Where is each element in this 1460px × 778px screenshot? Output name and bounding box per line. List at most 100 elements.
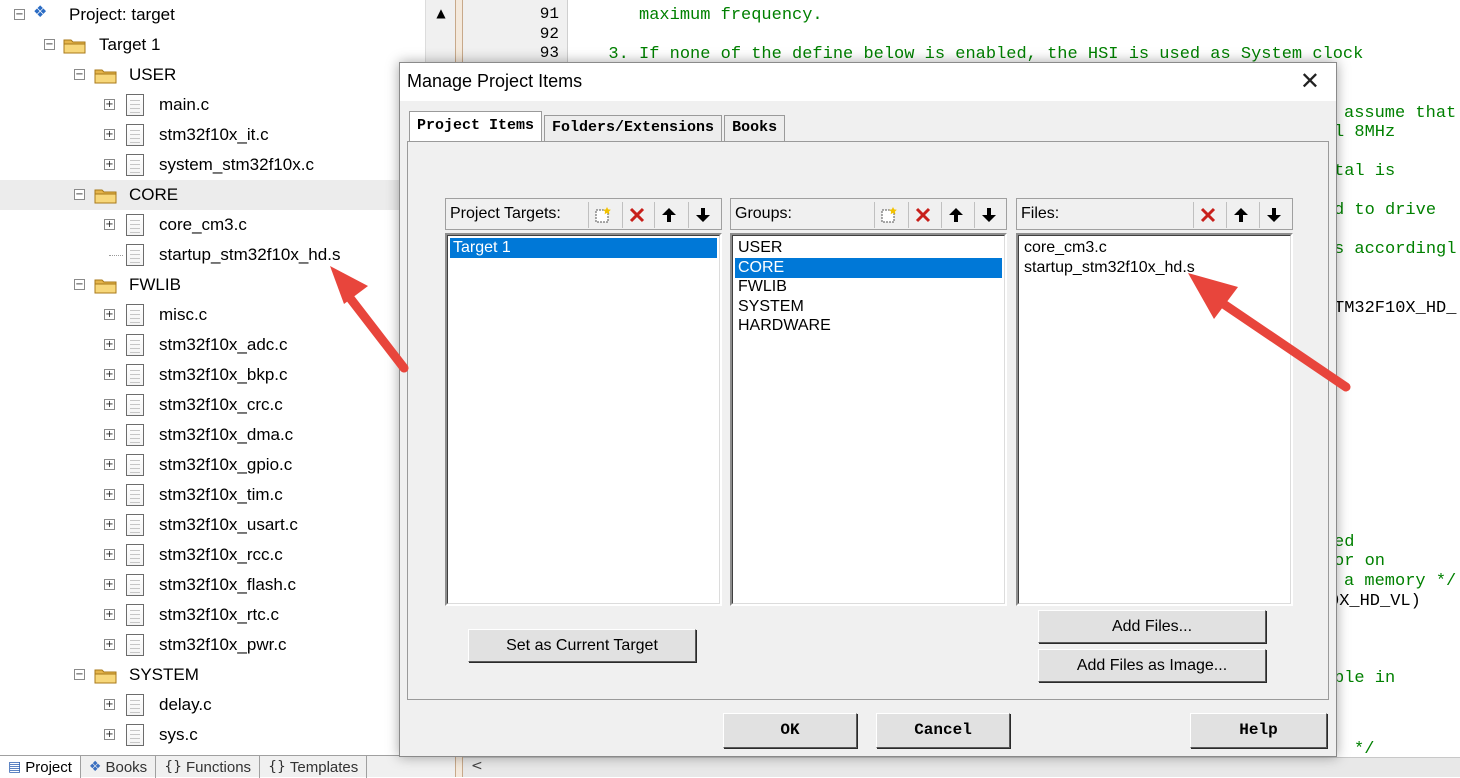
file-icon xyxy=(126,154,144,176)
expand-toggle-icon[interactable]: + xyxy=(104,369,115,380)
project-tree[interactable]: − ❖ Project: target − Target 1− USER + main.c + s… xyxy=(0,0,425,757)
expand-toggle-icon[interactable]: + xyxy=(104,99,115,110)
tree-file-row[interactable]: + stm32f10x_gpio.c xyxy=(0,450,425,480)
scroll-up-arrow-icon[interactable]: ▲ xyxy=(429,2,453,24)
add-files-as-image-button[interactable]: Add Files as Image... xyxy=(1038,649,1266,682)
expand-toggle-icon[interactable]: + xyxy=(104,639,115,650)
expand-toggle-icon[interactable]: + xyxy=(104,429,115,440)
expand-toggle-icon[interactable]: + xyxy=(104,579,115,590)
collapse-toggle-icon[interactable]: − xyxy=(74,69,85,80)
targets-list[interactable]: Target 1 xyxy=(445,233,722,606)
target-folder-icon xyxy=(63,36,86,54)
tree-file-row[interactable]: + stm32f10x_rtc.c xyxy=(0,600,425,630)
editor-horizontal-scrollbar[interactable]: < xyxy=(463,757,1460,777)
delete-icon[interactable] xyxy=(1193,202,1221,228)
expand-toggle-icon[interactable]: + xyxy=(104,339,115,350)
tree-file-row[interactable]: + system_stm32f10x.c xyxy=(0,150,425,180)
expand-toggle-icon[interactable]: + xyxy=(104,309,115,320)
groups-list[interactable]: USER CORE FWLIB SYSTEM HARDWARE xyxy=(730,233,1007,606)
tree-file-row[interactable]: + main.c xyxy=(0,90,425,120)
expand-toggle-icon[interactable]: + xyxy=(104,699,115,710)
code-fragment: l 8MHz xyxy=(1334,123,1396,142)
code-fragment: 0X_HD_VL) xyxy=(1329,592,1421,611)
move-down-icon[interactable] xyxy=(974,202,1002,228)
file-icon xyxy=(126,604,144,626)
list-item[interactable]: SYSTEM xyxy=(735,297,1002,317)
expand-toggle-icon[interactable]: + xyxy=(104,459,115,470)
tree-file-row[interactable]: + sys.c xyxy=(0,720,425,750)
tree-project-label[interactable]: Project: target xyxy=(69,5,175,25)
tab-project[interactable]: ▤ Project xyxy=(0,756,81,778)
tree-file-row[interactable]: + stm32f10x_crc.c xyxy=(0,390,425,420)
list-item[interactable]: FWLIB xyxy=(735,277,1002,297)
line-number: 93 xyxy=(539,44,559,62)
list-item[interactable]: core_cm3.c xyxy=(1021,238,1288,258)
collapse-toggle-icon[interactable]: − xyxy=(14,9,25,20)
expand-toggle-icon[interactable]: + xyxy=(104,159,115,170)
tree-file-row[interactable]: + stm32f10x_it.c xyxy=(0,120,425,150)
ok-button[interactable]: OK xyxy=(723,713,857,748)
tree-file-row[interactable]: + stm32f10x_pwr.c xyxy=(0,630,425,660)
tab-books[interactable]: ❖ Books xyxy=(81,756,157,778)
tree-file-label: stm32f10x_it.c xyxy=(159,125,269,144)
folder-icon xyxy=(94,66,117,84)
tree-target-label[interactable]: Target 1 xyxy=(99,35,160,55)
code-fragment: assume that xyxy=(1344,104,1457,123)
tree-file-label: core_cm3.c xyxy=(159,215,247,234)
collapse-toggle-icon[interactable]: − xyxy=(74,189,85,200)
tree-file-row[interactable]: + stm32f10x_flash.c xyxy=(0,570,425,600)
tree-file-label: startup_stm32f10x_hd.s xyxy=(159,245,341,264)
expand-toggle-icon[interactable]: + xyxy=(104,399,115,410)
tree-file-row[interactable]: + delay.c xyxy=(0,690,425,720)
collapse-toggle-icon[interactable]: − xyxy=(44,39,55,50)
tree-group-row[interactable]: − USER xyxy=(0,60,425,90)
collapse-toggle-icon[interactable]: − xyxy=(74,669,85,680)
tab-folders-extensions[interactable]: Folders/Extensions xyxy=(544,115,723,141)
tab-functions[interactable]: {} Functions xyxy=(156,756,261,778)
help-button[interactable]: Help xyxy=(1190,713,1327,748)
delete-icon[interactable] xyxy=(622,202,650,228)
list-item[interactable]: Target 1 xyxy=(450,238,717,258)
tree-connector xyxy=(109,255,123,256)
tree-file-row[interactable]: + core_cm3.c xyxy=(0,210,425,240)
tree-file-row[interactable]: + stm32f10x_tim.c xyxy=(0,480,425,510)
tab-project-items[interactable]: Project Items xyxy=(409,111,543,141)
expand-toggle-icon[interactable]: + xyxy=(104,219,115,230)
move-down-icon[interactable] xyxy=(688,202,716,228)
expand-toggle-icon[interactable]: + xyxy=(104,129,115,140)
expand-toggle-icon[interactable]: + xyxy=(104,549,115,560)
scroll-left-arrow-icon[interactable]: < xyxy=(471,758,483,774)
list-item[interactable]: USER xyxy=(735,238,1002,258)
collapse-toggle-icon[interactable]: − xyxy=(74,279,85,290)
tab-templates[interactable]: {} Templates xyxy=(260,756,368,778)
add-files-button[interactable]: Add Files... xyxy=(1038,610,1266,643)
tree-group-row[interactable]: − SYSTEM xyxy=(0,660,425,690)
tab-books[interactable]: Books xyxy=(724,115,786,141)
file-icon xyxy=(126,124,144,146)
expand-toggle-icon[interactable]: + xyxy=(104,609,115,620)
move-down-icon[interactable] xyxy=(1259,202,1287,228)
tree-file-row[interactable]: + stm32f10x_dma.c xyxy=(0,420,425,450)
move-up-icon[interactable] xyxy=(654,202,682,228)
move-up-icon[interactable] xyxy=(941,202,969,228)
new-item-icon[interactable] xyxy=(874,202,902,228)
file-icon xyxy=(126,94,144,116)
expand-toggle-icon[interactable]: + xyxy=(104,519,115,530)
close-icon[interactable]: ✕ xyxy=(1300,67,1320,95)
list-item[interactable]: HARDWARE xyxy=(735,316,1002,336)
tree-file-row[interactable]: + stm32f10x_rcc.c xyxy=(0,540,425,570)
tree-file-label: system_stm32f10x.c xyxy=(159,155,314,174)
tree-group-row[interactable]: − CORE xyxy=(0,180,425,210)
expand-toggle-icon[interactable]: + xyxy=(104,489,115,500)
delete-icon[interactable] xyxy=(908,202,936,228)
move-up-icon[interactable] xyxy=(1226,202,1254,228)
code-fragment: or on xyxy=(1334,552,1386,571)
new-item-icon[interactable] xyxy=(588,202,616,228)
code-fragment: s accordingl xyxy=(1334,240,1457,259)
cancel-button[interactable]: Cancel xyxy=(876,713,1010,748)
set-current-target-button[interactable]: Set as Current Target xyxy=(468,629,696,662)
list-item[interactable]: CORE xyxy=(735,258,1002,278)
dialog-titlebar[interactable]: Manage Project Items ✕ xyxy=(400,63,1336,101)
expand-toggle-icon[interactable]: + xyxy=(104,729,115,740)
tree-file-row[interactable]: + stm32f10x_usart.c xyxy=(0,510,425,540)
